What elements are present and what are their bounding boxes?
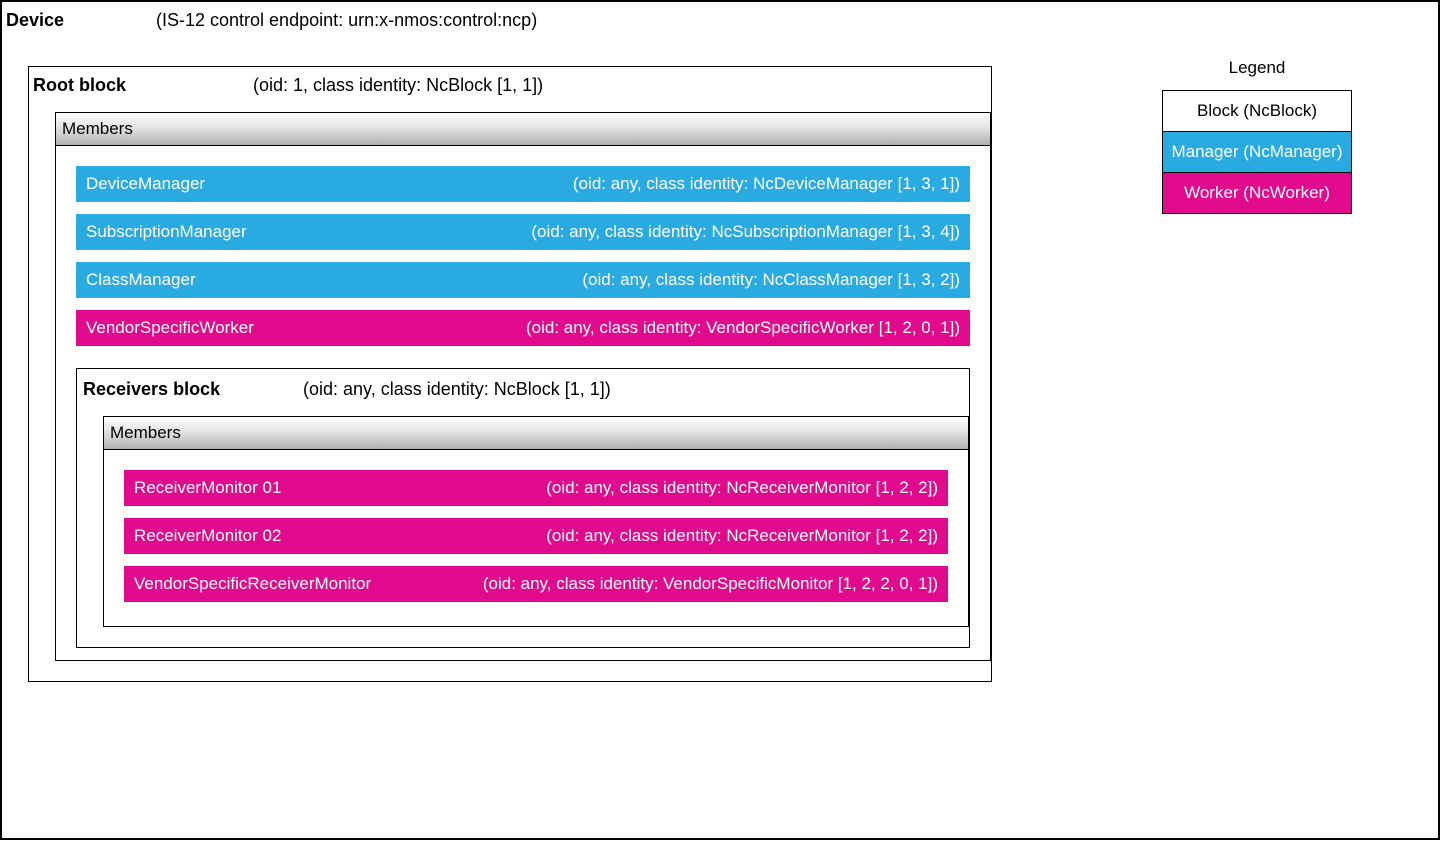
receivers-members-body: ReceiverMonitor 01 (oid: any, class iden…: [104, 450, 968, 626]
receivers-block: Receivers block (oid: any, class identit…: [76, 368, 970, 648]
device-title: Device: [6, 10, 156, 31]
root-block: Root block (oid: 1, class identity: NcBl…: [28, 66, 992, 682]
device-header: Device (IS-12 control endpoint: urn:x-nm…: [2, 2, 1438, 39]
member-vendor-receiver-monitor: VendorSpecificReceiverMonitor (oid: any,…: [124, 566, 948, 602]
legend-manager: Manager (NcManager): [1162, 131, 1352, 172]
member-name: DeviceManager: [86, 174, 205, 194]
legend: Legend Block (NcBlock) Manager (NcManage…: [1162, 58, 1352, 214]
root-block-meta: (oid: 1, class identity: NcBlock [1, 1]): [253, 75, 543, 96]
member-meta: (oid: any, class identity: NcClassManage…: [582, 270, 960, 290]
member-meta: (oid: any, class identity: NcSubscriptio…: [531, 222, 960, 242]
member-class-manager: ClassManager (oid: any, class identity: …: [76, 262, 970, 298]
root-block-title: Root block: [33, 75, 253, 96]
member-name: VendorSpecificWorker: [86, 318, 254, 338]
receivers-block-title: Receivers block: [83, 379, 303, 400]
member-device-manager: DeviceManager (oid: any, class identity:…: [76, 166, 970, 202]
member-name: ReceiverMonitor 02: [134, 526, 281, 546]
member-meta: (oid: any, class identity: VendorSpecifi…: [526, 318, 960, 338]
root-members-container: Members DeviceManager (oid: any, class i…: [55, 112, 991, 661]
member-meta: (oid: any, class identity: VendorSpecifi…: [483, 574, 938, 594]
member-name: SubscriptionManager: [86, 222, 247, 242]
device-meta: (IS-12 control endpoint: urn:x-nmos:cont…: [156, 10, 537, 31]
root-block-header: Root block (oid: 1, class identity: NcBl…: [29, 67, 991, 112]
member-name: VendorSpecificReceiverMonitor: [134, 574, 371, 594]
root-members-body: DeviceManager (oid: any, class identity:…: [56, 146, 990, 660]
member-name: ClassManager: [86, 270, 196, 290]
receivers-members-label: Members: [104, 417, 968, 450]
member-subscription-manager: SubscriptionManager (oid: any, class ide…: [76, 214, 970, 250]
legend-worker: Worker (NcWorker): [1162, 172, 1352, 214]
member-meta: (oid: any, class identity: NcDeviceManag…: [573, 174, 960, 194]
member-name: ReceiverMonitor 01: [134, 478, 281, 498]
member-receiver-monitor-02: ReceiverMonitor 02 (oid: any, class iden…: [124, 518, 948, 554]
member-vendor-worker: VendorSpecificWorker (oid: any, class id…: [76, 310, 970, 346]
legend-block: Block (NcBlock): [1162, 90, 1352, 131]
legend-title: Legend: [1162, 58, 1352, 78]
receivers-block-header: Receivers block (oid: any, class identit…: [77, 369, 969, 416]
receivers-members-container: Members ReceiverMonitor 01 (oid: any, cl…: [103, 416, 969, 627]
root-members-label: Members: [56, 113, 990, 146]
device-container: Device (IS-12 control endpoint: urn:x-nm…: [0, 0, 1440, 840]
member-meta: (oid: any, class identity: NcReceiverMon…: [546, 526, 938, 546]
member-meta: (oid: any, class identity: NcReceiverMon…: [546, 478, 938, 498]
receivers-block-meta: (oid: any, class identity: NcBlock [1, 1…: [303, 379, 611, 400]
member-receiver-monitor-01: ReceiverMonitor 01 (oid: any, class iden…: [124, 470, 948, 506]
